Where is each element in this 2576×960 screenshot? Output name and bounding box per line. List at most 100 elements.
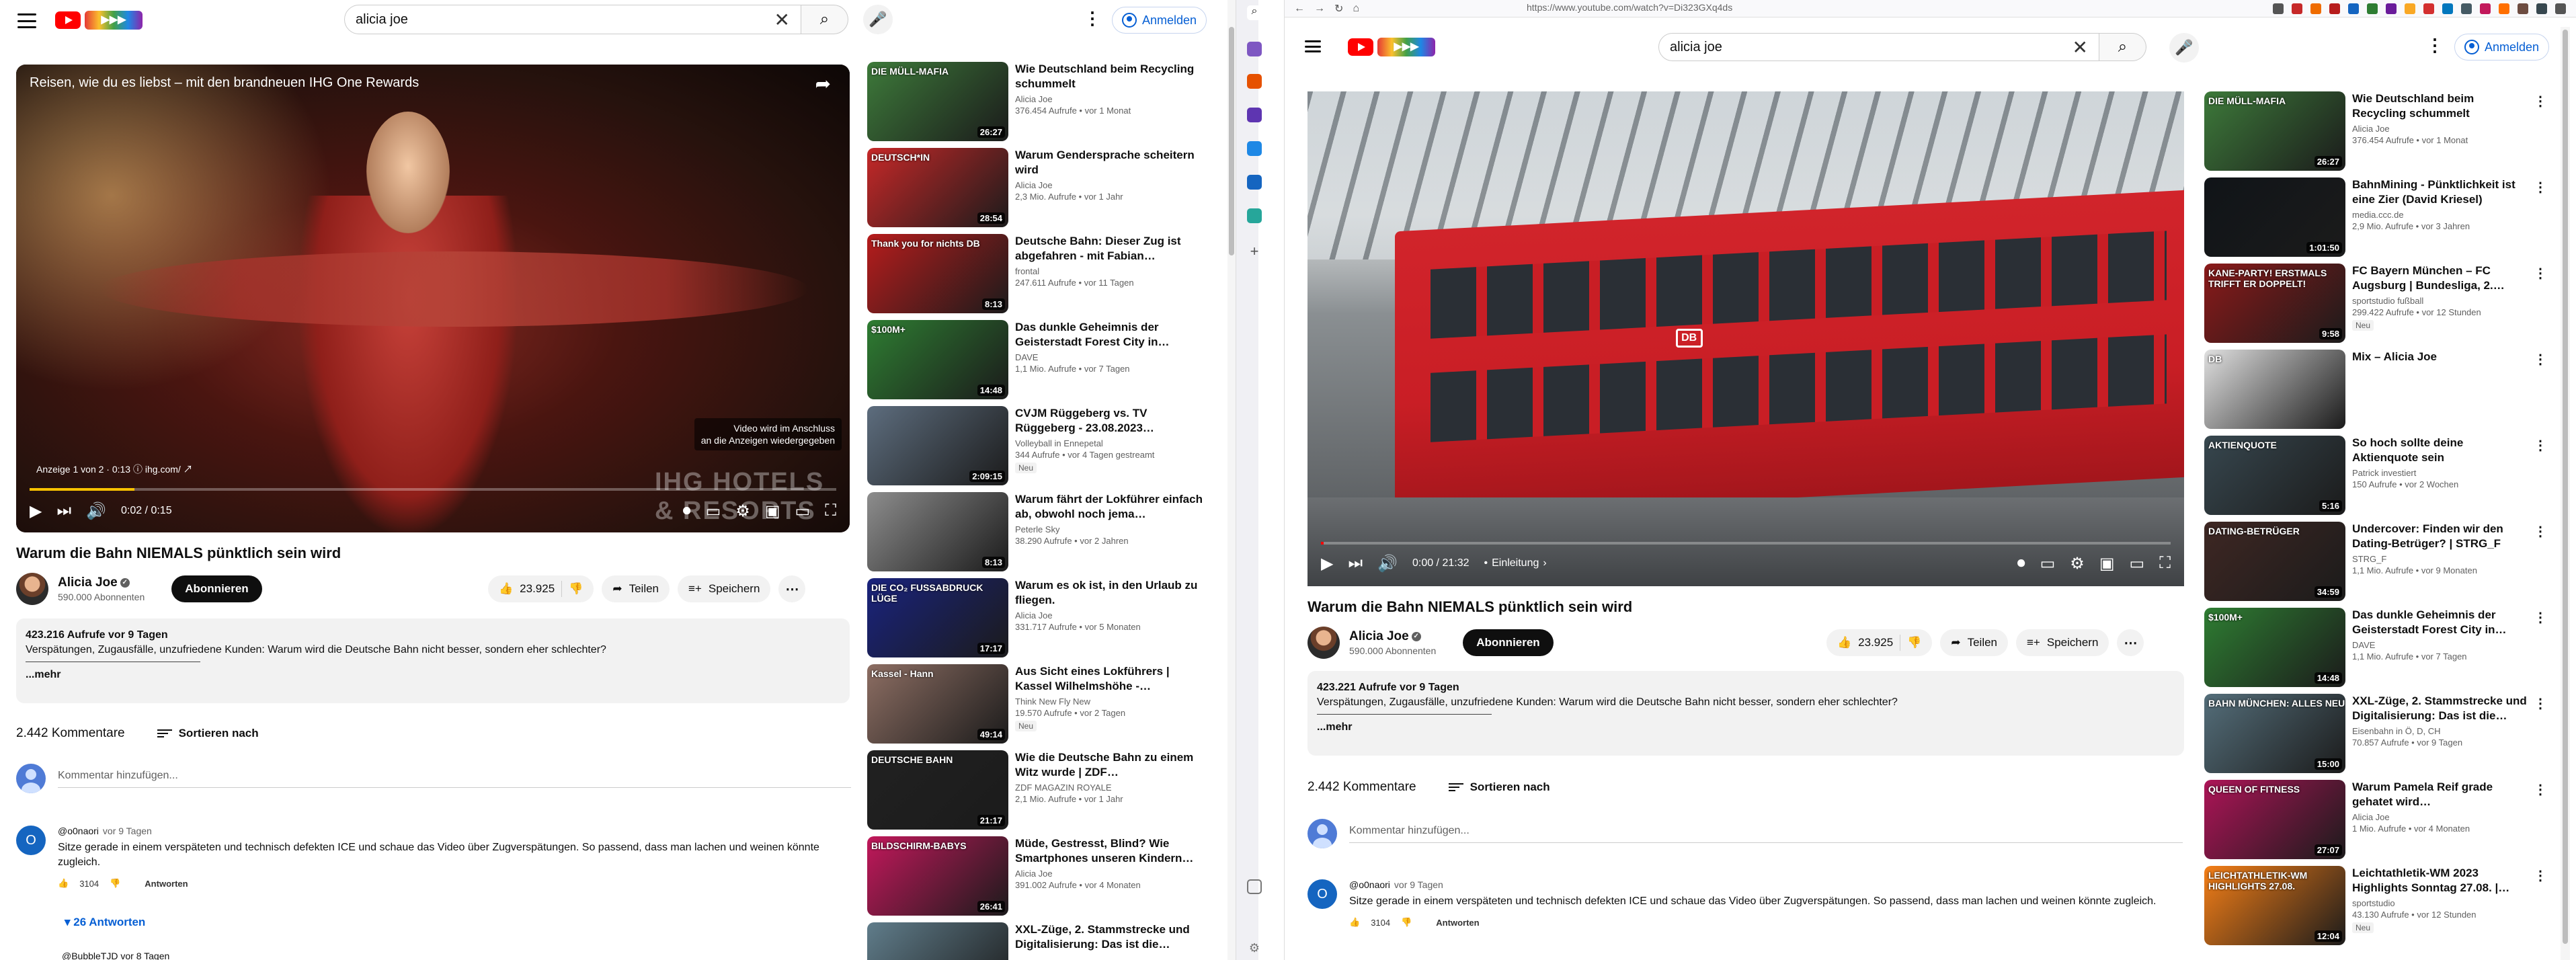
reply-button[interactable]: Antworten bbox=[1436, 918, 1479, 928]
forward-icon[interactable]: → bbox=[1314, 3, 1325, 15]
like-count[interactable]: 23.925 bbox=[1858, 636, 1893, 649]
clear-icon[interactable]: ✕ bbox=[774, 9, 790, 31]
comment-dislike-icon[interactable]: 👎 bbox=[110, 878, 120, 889]
comment-author[interactable]: @o0naori bbox=[1349, 879, 1390, 890]
video-thumbnail[interactable] bbox=[867, 922, 1008, 960]
more-icon[interactable]: ⋮ bbox=[2534, 867, 2547, 884]
recommendation-title[interactable]: Warum Gendersprache scheitern wird bbox=[1015, 148, 1205, 177]
video-thumbnail[interactable]: DIE CO₂ FUSSABDRUCK LÜGE 17:17 bbox=[867, 578, 1008, 657]
sidebar-add-icon[interactable]: + bbox=[1247, 244, 1262, 259]
search-button[interactable]: ⌕ bbox=[2099, 33, 2146, 61]
extension-icon-9[interactable] bbox=[2423, 3, 2434, 14]
recommendation-title[interactable]: Deutsche Bahn: Dieser Zug ist abgefahren… bbox=[1015, 234, 1205, 264]
progress-bar[interactable] bbox=[30, 488, 836, 491]
search-button[interactable]: ⌕ bbox=[801, 5, 848, 34]
channel-avatar[interactable] bbox=[1307, 627, 1340, 659]
recommendation-channel[interactable]: Patrick investiert bbox=[2352, 468, 2528, 478]
recommendation-title[interactable]: Wie Deutschland beim Recycling schummelt bbox=[2352, 91, 2528, 121]
more-icon[interactable]: ⋮ bbox=[2534, 179, 2547, 196]
sidebar-settings-icon[interactable]: ⚙ bbox=[1247, 941, 1262, 956]
video-thumbnail[interactable]: 2:09:15 bbox=[867, 406, 1008, 485]
left-scroll-thumb[interactable] bbox=[1229, 27, 1234, 255]
miniplayer-icon[interactable]: ▣ bbox=[2099, 554, 2115, 573]
video-thumbnail[interactable]: LEICHTATHLETIK-WM HIGHLIGHTS 27.08. 12:04 bbox=[2204, 866, 2345, 945]
reply-button[interactable]: Antworten bbox=[145, 879, 188, 889]
recommendation-channel[interactable]: DAVE bbox=[1015, 352, 1205, 362]
theater-icon[interactable]: ▭ bbox=[795, 502, 811, 521]
recommendation-title[interactable]: FC Bayern München – FC Augsburg | Bundes… bbox=[2352, 264, 2528, 293]
sidebar-search-icon[interactable]: ⌕ bbox=[1247, 5, 1262, 20]
recommendation-channel[interactable]: Alicia Joe bbox=[1015, 610, 1205, 621]
recommendation-channel[interactable]: STRG_F bbox=[2352, 554, 2528, 564]
video-thumbnail[interactable]: DIE MÜLL-MAFIA 26:27 bbox=[867, 62, 1008, 141]
sidebar-app-icon-6[interactable] bbox=[1247, 208, 1262, 223]
fullscreen-icon[interactable]: ⛶ bbox=[2159, 554, 2171, 573]
recommendation-item[interactable]: 8:13 Warum fährt der Lokführer einfach ab… bbox=[867, 492, 1223, 571]
recommendation-item[interactable]: LEICHTATHLETIK-WM HIGHLIGHTS 27.08. 12:04… bbox=[2204, 866, 2547, 945]
recommendation-title[interactable]: Warum es ok ist, in den Urlaub zu fliege… bbox=[1015, 578, 1205, 608]
extension-icon-14[interactable] bbox=[2518, 3, 2528, 14]
video-thumbnail[interactable]: AKTIENQUOTE 5:16 bbox=[2204, 436, 2345, 515]
recommendation-channel[interactable]: Alicia Joe bbox=[1015, 94, 1205, 104]
settings-icon[interactable]: ⚙ bbox=[2070, 554, 2085, 573]
youtube-logo[interactable]: ▶▶▶ bbox=[55, 11, 143, 30]
recommendation-item[interactable]: BAHN MÜNCHEN: ALLES NEU 15:00 XXL-Züge, 2.… bbox=[2204, 694, 2547, 773]
menu-icon[interactable] bbox=[1305, 40, 1321, 52]
comment-dislike-icon[interactable]: 👎 bbox=[1401, 917, 1412, 928]
description-box[interactable]: 423.221 Aufrufe vor 9 Tagen Verspätungen… bbox=[1307, 671, 2184, 756]
recommendation-title[interactable]: Wie Deutschland beim Recycling schummelt bbox=[1015, 62, 1205, 91]
video-thumbnail[interactable]: Thank you for nichts DB 8:13 bbox=[867, 234, 1008, 313]
recommendation-item[interactable]: Thank you for nichts DB 8:13 Deutsche Bahn… bbox=[867, 234, 1223, 313]
signin-button[interactable]: Anmelden bbox=[1112, 7, 1207, 34]
video-thumbnail[interactable]: KANE-PARTY! ERSTMALS TRIFFT ER DOPPELT! 9… bbox=[2204, 264, 2345, 343]
recommendation-item[interactable]: $100M+ 14:48 Das dunkle Geheimnis der Geis… bbox=[2204, 608, 2547, 687]
next-icon[interactable]: ⏭ bbox=[1348, 554, 1363, 573]
sidebar-app-icon-2[interactable] bbox=[1247, 74, 1262, 89]
recommendation-channel[interactable]: Alicia Joe bbox=[1015, 869, 1205, 879]
more-actions-button[interactable]: ⋯ bbox=[778, 575, 806, 602]
channel-name[interactable]: Alicia Joe ✓ bbox=[1349, 629, 1436, 644]
video-thumbnail[interactable]: BAHN MÜNCHEN: ALLES NEU 15:00 bbox=[2204, 694, 2345, 773]
like-icon[interactable]: 👍 bbox=[1837, 636, 1851, 649]
recommendation-item[interactable]: Kassel - Hann 49:14 Aus Sicht eines Lokfüh… bbox=[867, 664, 1223, 744]
recommendation-item[interactable]: DEUTSCH*IN 28:54 Warum Gendersprache schei… bbox=[867, 148, 1223, 227]
recommendation-item[interactable]: DB Mix – Alicia Joe ⋮ bbox=[2204, 350, 2547, 429]
comment-like-icon[interactable]: 👍 bbox=[1349, 917, 1360, 928]
search-input[interactable]: alicia joe ✕ bbox=[1658, 33, 2099, 61]
extension-icon-15[interactable] bbox=[2536, 3, 2547, 14]
recommendation-item[interactable]: BILDSCHIRM-BABYS 26:41 Müde, Gestresst, Bl… bbox=[867, 836, 1223, 916]
extension-icon-10[interactable] bbox=[2442, 3, 2453, 14]
comment-like-icon[interactable]: 👍 bbox=[58, 878, 69, 889]
replies-toggle[interactable]: ▾ 26 Antworten bbox=[65, 916, 145, 929]
recommendation-title[interactable]: Warum Pamela Reif grade gehatet wird… bbox=[2352, 780, 2528, 809]
recommendation-channel[interactable]: Think New Fly New bbox=[1015, 696, 1205, 707]
extension-icon-1[interactable] bbox=[2273, 3, 2284, 14]
recommendation-item[interactable]: DATING-BETRÜGER 34:59 Undercover: Finden w… bbox=[2204, 522, 2547, 601]
search-input[interactable]: alicia joe ✕ bbox=[344, 5, 801, 34]
recommendation-title[interactable]: Undercover: Finden wir den Dating-Betrüg… bbox=[2352, 522, 2528, 551]
extension-icon-16[interactable] bbox=[2555, 3, 2566, 14]
video-thumbnail[interactable]: 1:01:50 bbox=[2204, 177, 2345, 257]
more-actions-button[interactable]: ⋯ bbox=[2117, 629, 2144, 656]
more-link[interactable]: ...mehr bbox=[1317, 720, 2175, 735]
extension-icon-5[interactable] bbox=[2348, 3, 2359, 14]
more-icon[interactable]: ⋮ bbox=[2534, 523, 2547, 540]
recommendation-title[interactable]: BahnMining - Pünktlichkeit ist eine Zier… bbox=[2352, 177, 2528, 207]
signin-button[interactable]: Anmelden bbox=[2454, 34, 2550, 61]
comment-time[interactable]: vor 9 Tagen bbox=[103, 826, 152, 836]
left-scrollbar[interactable] bbox=[1227, 0, 1236, 960]
menu-icon[interactable] bbox=[17, 13, 36, 28]
right-scroll-thumb[interactable] bbox=[2563, 30, 2568, 944]
recommendation-title[interactable]: XXL-Züge, 2. Stammstrecke und Digitalisi… bbox=[2352, 694, 2528, 723]
share-icon[interactable]: ➦ bbox=[815, 73, 831, 95]
more-link[interactable]: ...mehr bbox=[26, 668, 840, 682]
save-button[interactable]: ≡+ Speichern bbox=[2016, 629, 2109, 656]
recommendation-title[interactable]: Warum fährt der Lokführer einfach ab, ob… bbox=[1015, 492, 1205, 522]
fullscreen-icon[interactable]: ⛶ bbox=[825, 502, 836, 520]
more-icon[interactable]: ⋮ bbox=[2534, 437, 2547, 454]
video-thumbnail[interactable]: Kassel - Hann 49:14 bbox=[867, 664, 1008, 744]
more-icon[interactable]: ⋮ bbox=[1084, 8, 1101, 29]
recommendation-channel[interactable]: Alicia Joe bbox=[2352, 124, 2528, 134]
ad-title[interactable]: Reisen, wie du es liebst – mit den brand… bbox=[30, 75, 419, 91]
miniplayer-icon[interactable]: ▣ bbox=[765, 502, 780, 521]
